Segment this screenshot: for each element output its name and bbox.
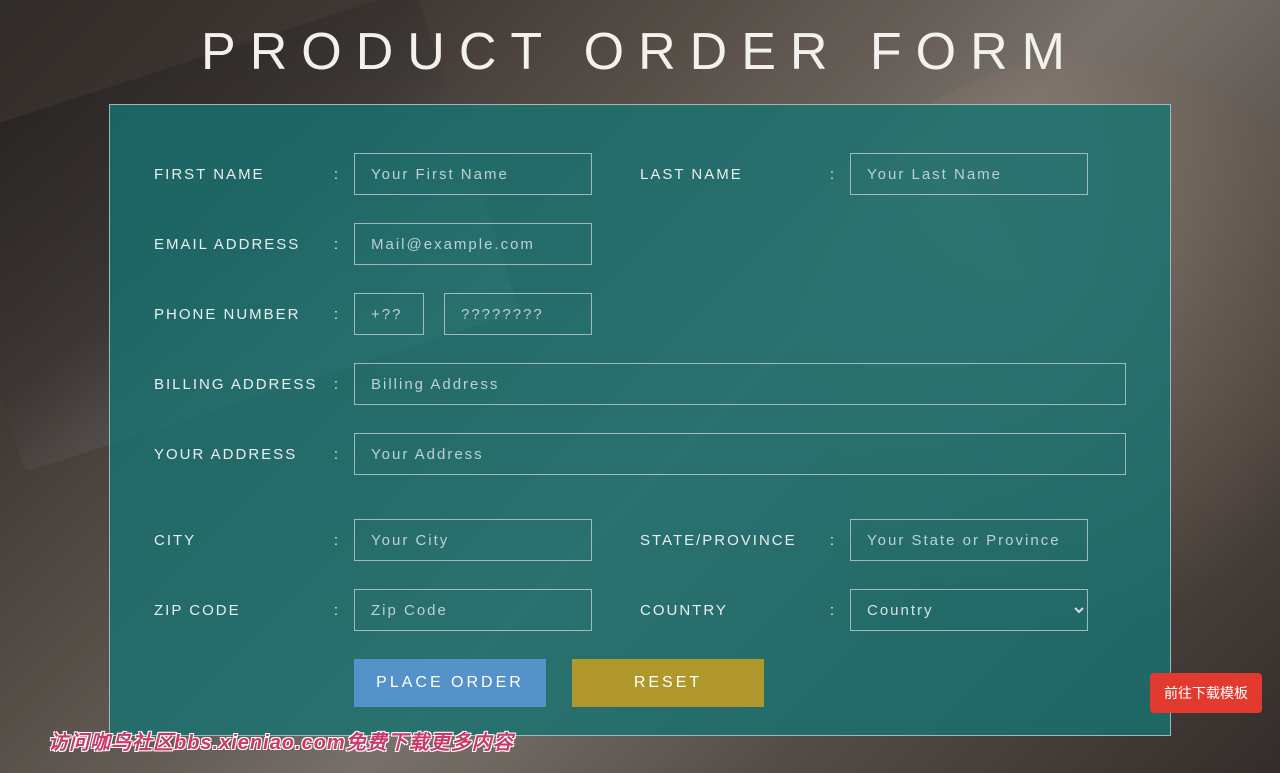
your-address-label-text: YOUR ADDRESS [154,446,297,463]
state-label-text: STATE/PROVINCE [640,532,797,549]
label-colon: : [334,236,340,253]
label-colon: : [334,446,340,463]
watermark-text: 访问咖鸟社区bbs.xieniao.com免费下载更多内容 [48,726,514,755]
label-colon: : [334,602,340,619]
phone-country-code-input[interactable] [354,293,424,335]
first-name-label: FIRST NAME : [154,166,354,183]
zip-label-text: ZIP CODE [154,602,241,619]
first-name-label-text: FIRST NAME [154,166,265,183]
phone-label: PHONE NUMBER : [154,306,354,323]
download-template-button[interactable]: 前往下载模板 [1150,673,1262,713]
phone-label-text: PHONE NUMBER [154,306,301,323]
state-input[interactable] [850,519,1088,561]
country-label: COUNTRY : [640,602,850,619]
your-address-input[interactable] [354,433,1126,475]
label-colon: : [334,306,340,323]
place-order-button[interactable]: PLACE ORDER [354,659,546,707]
email-label: EMAIL ADDRESS : [154,236,354,253]
page-title: PRODUCT ORDER FORM [0,0,1280,92]
label-colon: : [830,166,836,183]
city-label-text: CITY [154,532,196,549]
city-label: CITY : [154,532,354,549]
label-colon: : [830,532,836,549]
your-address-label: YOUR ADDRESS : [154,446,354,463]
billing-address-label: BILLING ADDRESS : [154,376,354,393]
last-name-input[interactable] [850,153,1088,195]
phone-number-input[interactable] [444,293,592,335]
label-colon: : [334,532,340,549]
label-colon: : [334,376,340,393]
label-colon: : [334,166,340,183]
city-input[interactable] [354,519,592,561]
state-label: STATE/PROVINCE : [640,532,850,549]
billing-address-input[interactable] [354,363,1126,405]
zip-label: ZIP CODE : [154,602,354,619]
first-name-input[interactable] [354,153,592,195]
form-buttons: PLACE ORDER RESET [154,659,1126,707]
last-name-label-text: LAST NAME [640,166,743,183]
country-label-text: COUNTRY [640,602,728,619]
email-label-text: EMAIL ADDRESS [154,236,300,253]
billing-address-label-text: BILLING ADDRESS [154,376,317,393]
email-input[interactable] [354,223,592,265]
order-form-panel: FIRST NAME : LAST NAME : EMAIL ADDRESS :… [109,104,1171,736]
zip-input[interactable] [354,589,592,631]
country-select[interactable]: Country [850,589,1088,631]
label-colon: : [830,602,836,619]
reset-button[interactable]: RESET [572,659,764,707]
last-name-label: LAST NAME : [640,166,850,183]
